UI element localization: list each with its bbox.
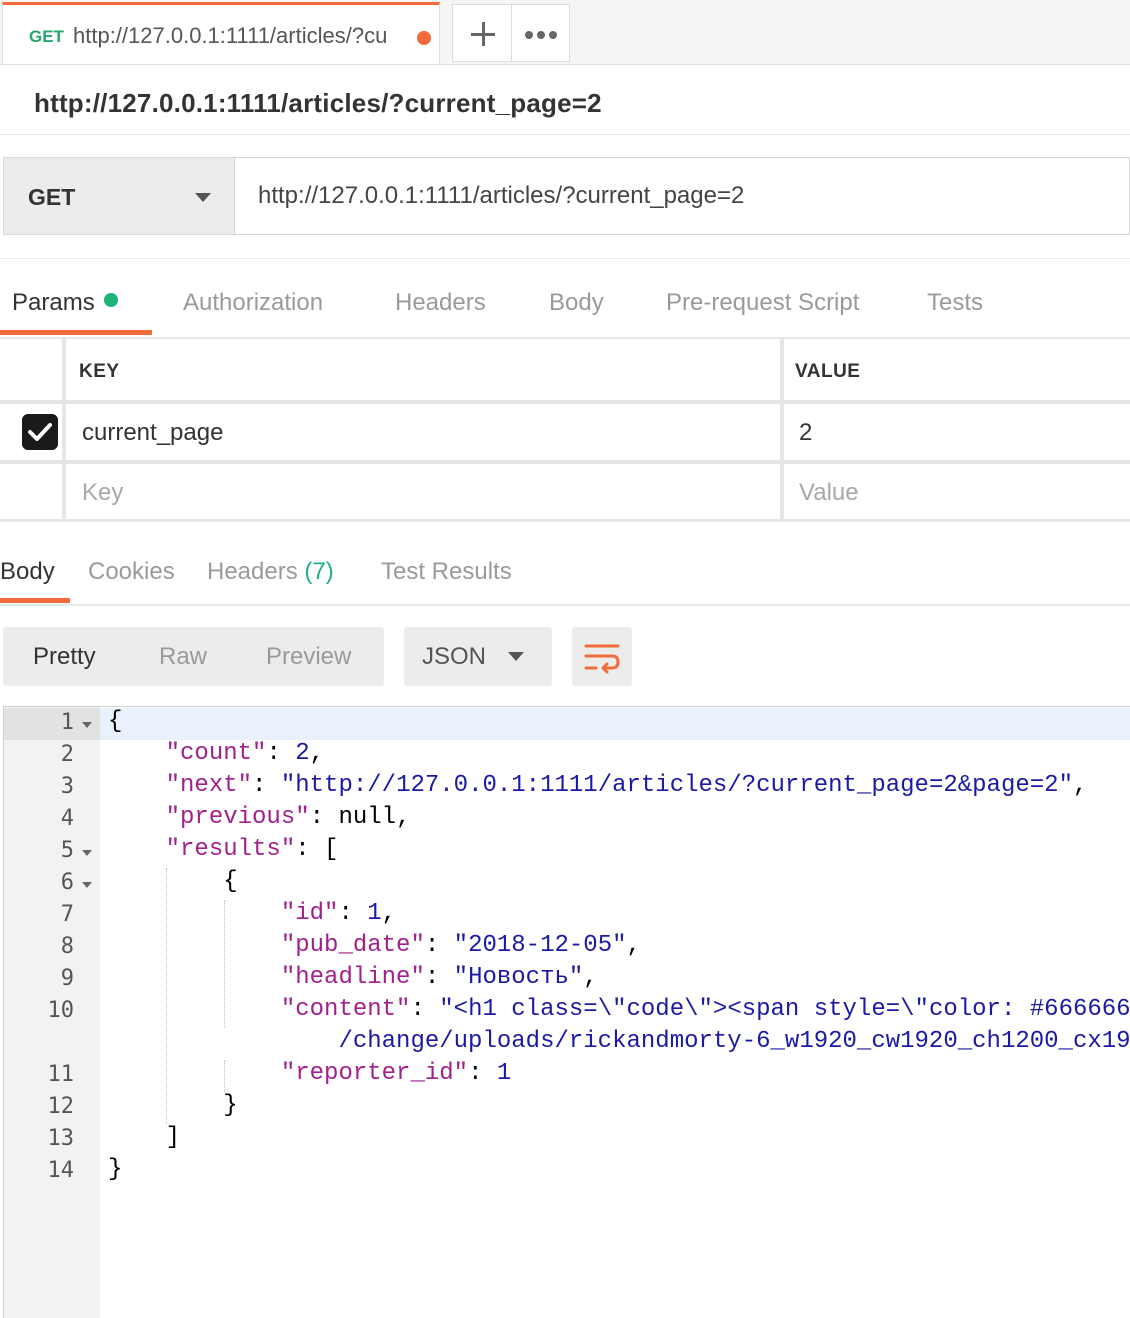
table-gridline (62, 339, 66, 521)
view-raw-button[interactable]: Raw (159, 643, 207, 671)
chevron-down-icon (508, 652, 524, 661)
tab-body[interactable]: Body (549, 289, 604, 317)
line-number: 7 (60, 902, 74, 927)
view-pretty-button[interactable]: Pretty (33, 643, 96, 671)
param-key-cell[interactable]: current_page (82, 419, 223, 447)
code-line: "results": [ (165, 836, 339, 863)
line-number: 2 (60, 742, 74, 767)
code-line: } (223, 1092, 238, 1119)
tab-pre-request-script[interactable]: Pre-request Script (666, 289, 859, 317)
line-number: 8 (60, 934, 74, 959)
code-line: { (108, 708, 123, 735)
tab-params-label: Params (12, 289, 95, 316)
active-response-tab-indicator (0, 598, 70, 603)
params-active-dot-icon (103, 293, 118, 307)
code-line: "content": "<h1 class=\"code\"><span sty… (280, 996, 1130, 1023)
divider (0, 604, 1130, 606)
tab-tests[interactable]: Tests (927, 289, 983, 317)
request-tab-method: GET (29, 27, 64, 46)
fold-arrow-icon[interactable] (82, 850, 92, 856)
view-mode-group: Pretty Raw Preview (3, 627, 384, 686)
wrap-lines-icon (584, 644, 620, 674)
code-line: "next": "http://127.0.0.1:1111/articles/… (165, 772, 1088, 799)
line-number: 14 (47, 1158, 75, 1183)
code-line: } (108, 1156, 123, 1183)
new-value-input[interactable]: Value (799, 479, 859, 507)
code-line: ] (165, 1124, 181, 1151)
active-tab-indicator (0, 330, 152, 335)
method-select[interactable]: GET (3, 157, 235, 235)
new-tab-button[interactable] (452, 4, 512, 62)
line-number: 5 (60, 838, 74, 863)
tab-params[interactable]: Params (12, 289, 118, 317)
active-line-highlight (100, 708, 1130, 740)
code-line: "pub_date": "2018-12-05", (280, 932, 641, 959)
new-key-input[interactable]: Key (82, 479, 123, 507)
column-header-key: KEY (79, 361, 120, 382)
wrap-lines-button[interactable] (572, 627, 632, 686)
request-tabs: Params Authorization Headers Body Pre-re… (0, 258, 1130, 339)
code-line: { (223, 868, 238, 895)
request-name: http://127.0.0.1:1111/articles/?current_… (34, 88, 602, 118)
tab-authorization[interactable]: Authorization (183, 289, 323, 317)
url-input[interactable]: http://127.0.0.1:1111/articles/?current_… (235, 157, 1130, 235)
fold-arrow-icon[interactable] (82, 722, 92, 728)
request-tab-url: http://127.0.0.1:1111/articles/?cu (73, 23, 388, 48)
code-line: "id": 1, (280, 900, 397, 927)
format-select[interactable]: JSON (404, 627, 552, 686)
line-number: 10 (47, 998, 75, 1023)
response-tabs: Body Cookies Headers (7) Test Results (0, 521, 1130, 606)
line-number: 1 (60, 710, 74, 735)
request-tab[interactable]: GET http://127.0.0.1:1111/articles/?cu (2, 2, 440, 64)
line-number: 6 (60, 870, 74, 895)
url-value: http://127.0.0.1:1111/articles/?current_… (258, 182, 745, 209)
fold-arrow-icon[interactable] (82, 882, 92, 888)
param-value-cell[interactable]: 2 (799, 419, 812, 447)
tab-test-results[interactable]: Test Results (381, 558, 512, 586)
line-number: 13 (47, 1126, 75, 1151)
code-line-wrapped: /change/uploads/rickandmorty-6_w1920_cw1… (338, 1028, 1130, 1055)
response-body-editor[interactable]: 1 2 3 4 5 6 7 8 9 10 11 12 13 14 { "coun… (3, 706, 1130, 1318)
view-preview-button[interactable]: Preview (266, 643, 351, 671)
tab-response-body[interactable]: Body (0, 558, 55, 586)
method-label: GET (28, 184, 76, 210)
more-tabs-button[interactable] (511, 4, 570, 62)
table-gridline (780, 339, 784, 521)
line-number: 12 (47, 1094, 75, 1119)
format-label: JSON (422, 643, 487, 670)
code-line: "count": 2, (165, 740, 325, 767)
tab-response-cookies[interactable]: Cookies (88, 558, 175, 586)
tab-response-headers[interactable]: Headers (7) (207, 558, 334, 586)
code-line: "previous": null, (165, 804, 411, 831)
line-number: 9 (60, 966, 74, 991)
tab-response-headers-label: Headers (207, 558, 298, 585)
tab-headers[interactable]: Headers (395, 289, 486, 317)
divider (0, 337, 1130, 339)
code-line: "reporter_id": 1 (280, 1060, 512, 1087)
table-gridline (0, 400, 1130, 404)
column-header-value: VALUE (795, 361, 861, 382)
tab-strip: GET http://127.0.0.1:1111/articles/?cu (0, 0, 1130, 65)
divider (0, 134, 1130, 135)
line-number: 4 (60, 806, 74, 831)
line-number: 3 (60, 774, 74, 799)
checkbox-checked-icon[interactable] (22, 414, 58, 450)
table-gridline (0, 460, 1130, 464)
headers-count-badge: (7) (304, 558, 334, 585)
code-line: "headline": "Новость", (280, 964, 598, 991)
chevron-down-icon (195, 193, 211, 202)
unsaved-dot-icon (417, 31, 431, 45)
line-number: 11 (47, 1062, 75, 1087)
